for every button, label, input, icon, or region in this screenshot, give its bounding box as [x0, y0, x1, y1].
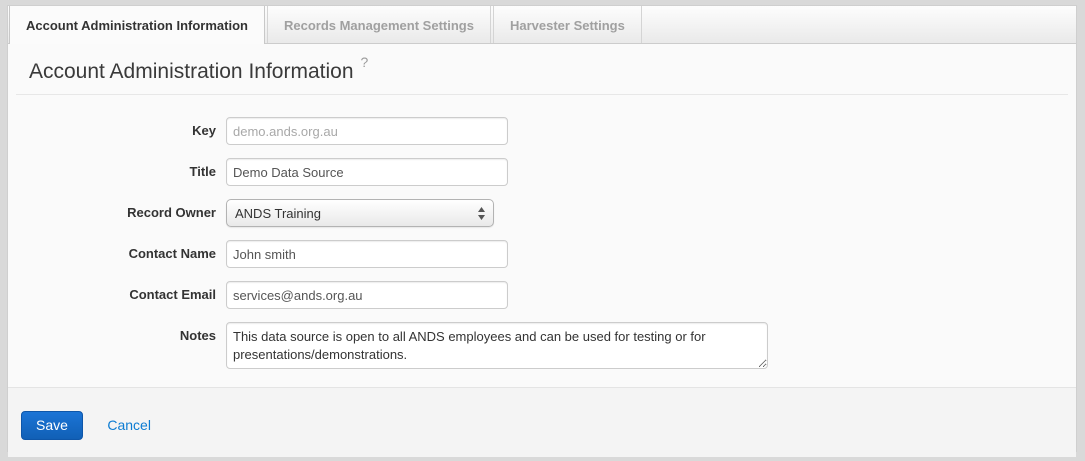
record-owner-select[interactable]: ANDS Training	[226, 199, 494, 227]
contact-email-field[interactable]	[226, 281, 508, 309]
tab-records-management-settings[interactable]: Records Management Settings	[267, 6, 491, 44]
field-row-record-owner: Record Owner ANDS Training	[28, 199, 1056, 227]
contact-name-label: Contact Name	[28, 240, 226, 268]
tab-account-administration-information[interactable]: Account Administration Information	[9, 6, 265, 44]
form-actions-bar: Save Cancel	[8, 387, 1076, 457]
key-field	[226, 117, 508, 145]
contact-email-label: Contact Email	[28, 281, 226, 309]
field-row-contact-name: Contact Name	[28, 240, 1056, 268]
field-row-key: Key	[28, 117, 1056, 145]
title-divider	[16, 94, 1068, 95]
tab-bar: Account Administration Information Recor…	[8, 6, 1076, 44]
key-label: Key	[28, 117, 226, 145]
record-owner-selected-value: ANDS Training	[235, 206, 321, 221]
record-owner-label: Record Owner	[28, 199, 226, 227]
notes-label: Notes	[28, 322, 226, 374]
contact-name-field[interactable]	[226, 240, 508, 268]
select-stepper-icon	[477, 206, 486, 221]
help-icon[interactable]: ?	[361, 54, 369, 70]
field-row-contact-email: Contact Email	[28, 281, 1056, 309]
save-button[interactable]: Save	[21, 411, 83, 440]
notes-field[interactable]: This data source is open to all ANDS emp…	[226, 322, 768, 369]
page-title: Account Administration Information	[29, 58, 354, 85]
field-row-notes: Notes This data source is open to all AN…	[28, 322, 1056, 374]
field-row-title: Title	[28, 158, 1056, 186]
settings-panel: Account Administration Information Recor…	[7, 5, 1077, 452]
cancel-link[interactable]: Cancel	[107, 417, 151, 433]
page-title-row: Account Administration Information ?	[29, 58, 1056, 85]
tab-harvester-settings[interactable]: Harvester Settings	[493, 6, 642, 44]
title-label: Title	[28, 158, 226, 186]
title-field[interactable]	[226, 158, 508, 186]
form-content: Account Administration Information ? Key…	[8, 44, 1076, 387]
